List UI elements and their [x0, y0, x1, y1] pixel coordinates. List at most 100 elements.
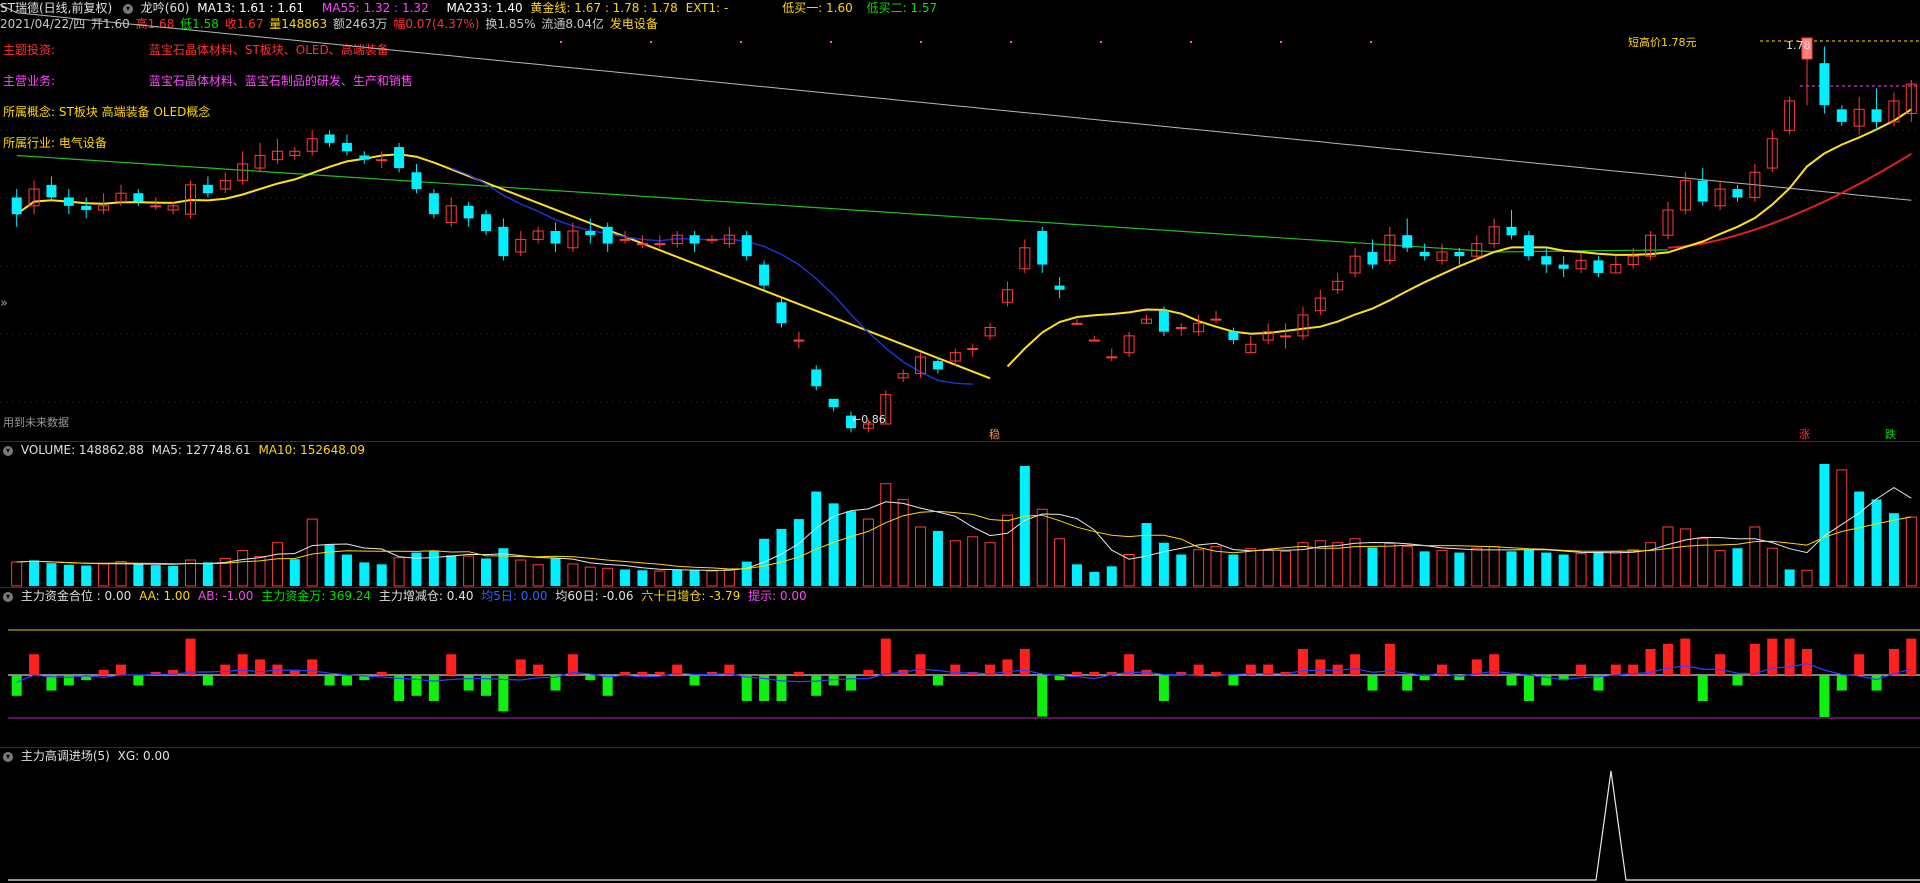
volume-bar — [1558, 554, 1569, 586]
volume-bar — [1488, 546, 1500, 587]
volume-bar — [567, 563, 579, 587]
candle-body — [1106, 356, 1118, 359]
volume-bar — [1784, 569, 1795, 586]
entry-xg: XG: 0.00 — [117, 749, 170, 763]
volume-bar — [376, 564, 387, 586]
fund-bar — [1037, 675, 1048, 717]
high-price-label: 1.78 — [1786, 39, 1811, 52]
fund-bar — [1836, 675, 1847, 691]
top-marker-dot — [1100, 41, 1102, 43]
volume-bar — [1905, 516, 1917, 587]
fund-bar — [185, 638, 196, 675]
candle-body — [759, 264, 770, 286]
fund-bar — [1402, 675, 1413, 691]
volume-bar — [1141, 523, 1152, 586]
candle-body — [1419, 251, 1430, 257]
fund-bar — [863, 669, 874, 675]
candle-body — [1367, 251, 1378, 265]
fund-bar — [463, 675, 474, 691]
volume-bar — [324, 544, 335, 586]
candle-body — [1871, 109, 1882, 122]
candle-body — [741, 235, 752, 257]
volume-bar — [1054, 538, 1066, 587]
fund-settings-icon[interactable]: ▾ — [3, 591, 13, 602]
entry-signal-line — [8, 770, 1920, 881]
fund-bar — [515, 659, 526, 675]
candle-body — [654, 243, 666, 246]
volume-bar — [1036, 508, 1048, 587]
volume-bar — [793, 519, 804, 586]
candle-body — [498, 226, 509, 257]
entry-settings-icon[interactable]: ▾ — [3, 751, 13, 762]
fund-bar — [1523, 675, 1534, 701]
volume-bar — [29, 560, 40, 586]
volume-settings-icon[interactable]: ▾ — [3, 445, 13, 456]
fund-bar — [1871, 675, 1882, 691]
ma233-line — [0, 3, 1912, 201]
volume-ma10-line — [16, 510, 1912, 570]
candle-body — [411, 172, 422, 190]
volume-bar — [689, 570, 700, 586]
candle-body — [1280, 335, 1292, 338]
candle-body — [550, 231, 561, 244]
volume-bar — [428, 550, 439, 586]
volume-bar — [1106, 566, 1117, 586]
candle-body — [776, 302, 787, 324]
volume-bar — [481, 558, 491, 586]
candle-body — [636, 243, 648, 246]
volume-bar — [1627, 549, 1639, 587]
fund-bar — [255, 659, 266, 675]
volume-bar — [532, 564, 544, 587]
volume-bar — [967, 536, 979, 587]
entry-title: 主力高调进场(5) — [20, 749, 110, 763]
candle-body — [1210, 318, 1222, 321]
volume-bar — [289, 559, 300, 586]
candle-body — [828, 398, 839, 408]
volume-bar — [1836, 469, 1848, 587]
fund-bar — [1662, 643, 1673, 675]
top-marker-dot — [650, 41, 652, 43]
candle-body — [133, 193, 144, 202]
volume-bar — [1575, 553, 1587, 587]
volume-bar — [1419, 551, 1430, 586]
up-marker: 涨 — [1799, 428, 1810, 441]
volume-bar — [984, 542, 996, 587]
volume-bar — [637, 570, 648, 586]
volume-bar — [1854, 491, 1865, 586]
fund-bar — [1715, 654, 1726, 675]
volume-bar — [880, 483, 892, 587]
fund-bar — [1749, 643, 1760, 675]
volume-bar — [1245, 548, 1257, 587]
volume-bar — [306, 518, 318, 587]
candle-body — [1558, 264, 1569, 269]
fund-bar — [411, 675, 422, 696]
volume-bar — [202, 562, 213, 586]
top-marker-dot — [830, 41, 832, 43]
volume-bar — [949, 540, 961, 587]
fund-bar — [1697, 675, 1708, 701]
volume-ma5-line — [16, 487, 1912, 571]
candle-body — [394, 147, 405, 169]
volume-bar — [1019, 465, 1030, 586]
candle-body — [585, 231, 596, 236]
volume-bar — [1766, 547, 1778, 587]
volume-bar — [915, 526, 927, 587]
candle-body — [932, 361, 943, 370]
volume-bar — [741, 561, 752, 586]
fund-position: 主力资金合位 : 0.00 — [20, 589, 132, 603]
top-marker-dot — [560, 41, 562, 43]
fund-avg5: 均5日: 0.00 — [481, 589, 548, 603]
volume-bar — [1819, 464, 1830, 586]
volume-bar — [1801, 569, 1813, 587]
volume-bar — [776, 528, 787, 586]
candle-body — [793, 339, 805, 342]
top-marker-dot — [1010, 41, 1012, 43]
candle-body — [481, 214, 491, 231]
candle-body — [1523, 235, 1534, 257]
fund-bar — [602, 675, 613, 696]
fund-bar — [220, 664, 231, 675]
volume-bar — [706, 570, 718, 587]
candle-body — [1454, 251, 1465, 257]
fund-bar — [11, 675, 22, 696]
fund-bar — [1158, 675, 1169, 701]
